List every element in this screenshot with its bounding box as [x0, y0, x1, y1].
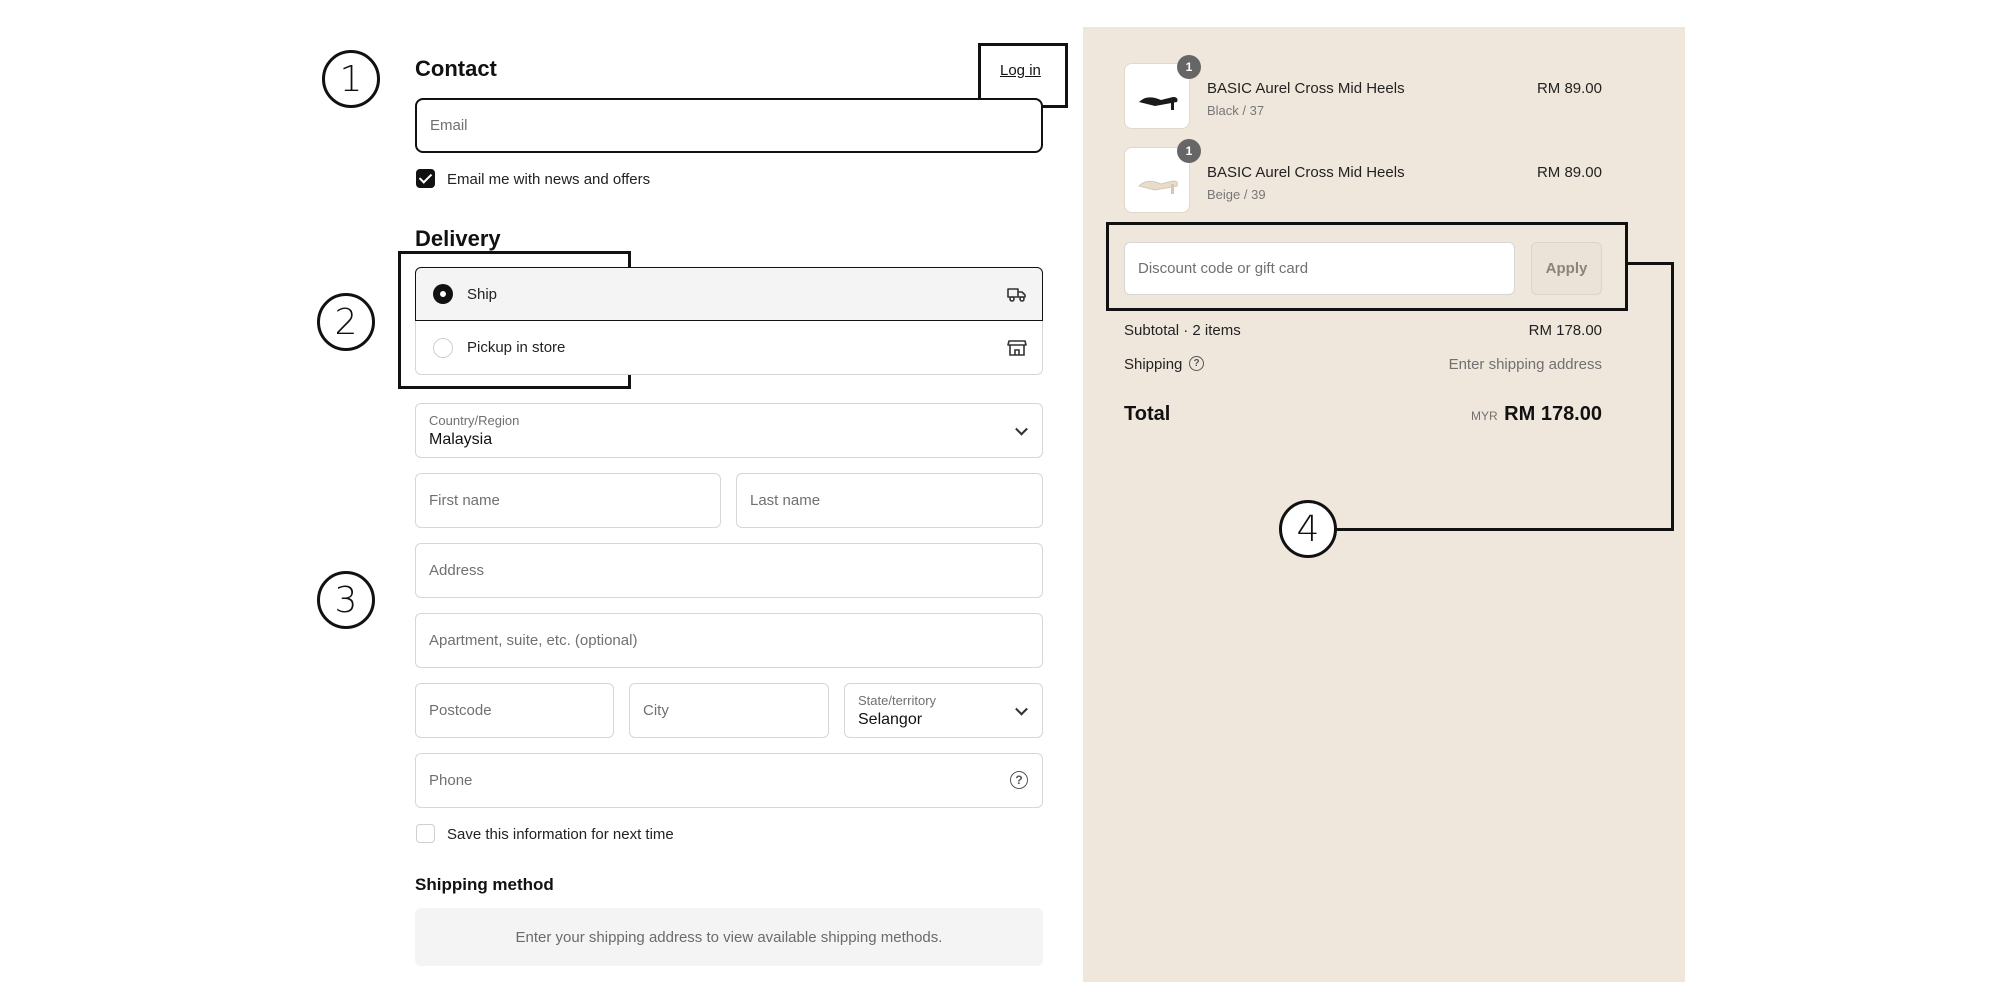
state-value: Selangor [858, 711, 923, 728]
item-price-2: RM 89.00 [1536, 164, 1602, 181]
phone-placeholder: Phone [429, 772, 473, 789]
delivery-option-ship[interactable]: Ship [415, 267, 1043, 321]
postcode-field[interactable]: Postcode [415, 683, 614, 738]
item-name-1: BASIC Aurel Cross Mid Heels [1207, 80, 1405, 97]
store-icon [1007, 339, 1027, 356]
quantity-badge: 1 [1177, 55, 1201, 79]
annotation-marker-1: 1 [322, 50, 380, 108]
country-value: Malaysia [429, 431, 493, 448]
item-variant-2: Beige / 39 [1207, 187, 1266, 202]
annotation-marker-4: 4 [1279, 500, 1337, 558]
total-value: RM 178.00 [1504, 403, 1602, 425]
shipping-value: Enter shipping address [1448, 356, 1602, 373]
subtotal-value: RM 178.00 [1528, 322, 1602, 339]
shipping-method-heading: Shipping method [415, 875, 554, 894]
ship-radio[interactable] [433, 284, 453, 304]
last-name-field[interactable]: Last name [736, 473, 1043, 528]
pickup-label: Pickup in store [467, 339, 566, 356]
annotation-box-discount [1106, 222, 1628, 311]
total-label: Total [1124, 403, 1171, 425]
email-field[interactable]: Email [415, 98, 1043, 153]
shipping-label: Shipping [1124, 356, 1183, 373]
total-currency: MYR [1471, 409, 1498, 423]
contact-heading: Contact [415, 56, 497, 81]
news-checkbox[interactable] [416, 169, 435, 188]
chevron-down-icon [1015, 422, 1028, 436]
news-checkbox-label: Email me with news and offers [447, 171, 651, 188]
delivery-option-pickup[interactable]: Pickup in store [415, 321, 1043, 375]
subtotal-label: Subtotal · 2 items [1124, 322, 1241, 339]
shipping-help-icon[interactable]: ? [1189, 356, 1204, 371]
quantity-badge: 1 [1177, 139, 1201, 163]
item-variant-1: Black / 37 [1207, 103, 1265, 118]
item-price-1: RM 89.00 [1536, 80, 1602, 97]
annotation-connector [1628, 262, 1674, 265]
truck-icon [1007, 288, 1026, 302]
ship-label: Ship [467, 285, 498, 303]
state-label: State/territory [858, 693, 937, 708]
address-field[interactable]: Address [415, 543, 1043, 598]
delivery-heading: Delivery [415, 226, 501, 251]
country-label: Country/Region [429, 413, 520, 428]
chevron-down-icon [1015, 702, 1028, 716]
state-select[interactable]: State/territory Selangor [844, 683, 1043, 738]
save-info-checkbox[interactable] [416, 824, 435, 843]
annotation-connector [1334, 528, 1674, 531]
help-icon[interactable]: ? [1010, 771, 1028, 789]
annotation-connector [1671, 262, 1674, 531]
pickup-radio[interactable] [433, 337, 453, 358]
annotation-marker-3: 3 [317, 571, 375, 629]
shipping-method-notice: Enter your shipping address to view avai… [415, 908, 1043, 966]
apartment-field[interactable]: Apartment, suite, etc. (optional) [415, 613, 1043, 668]
city-field[interactable]: City [629, 683, 829, 738]
login-link[interactable]: Log in [1000, 62, 1041, 79]
country-select[interactable]: Country/Region Malaysia [415, 403, 1043, 458]
save-info-label: Save this information for next time [447, 826, 674, 843]
phone-field[interactable]: Phone [415, 753, 1043, 808]
delivery-options: Ship Pickup in store [415, 267, 1043, 375]
item-name-2: BASIC Aurel Cross Mid Heels [1207, 164, 1405, 181]
first-name-field[interactable]: First name [415, 473, 721, 528]
annotation-marker-2: 2 [317, 293, 375, 351]
